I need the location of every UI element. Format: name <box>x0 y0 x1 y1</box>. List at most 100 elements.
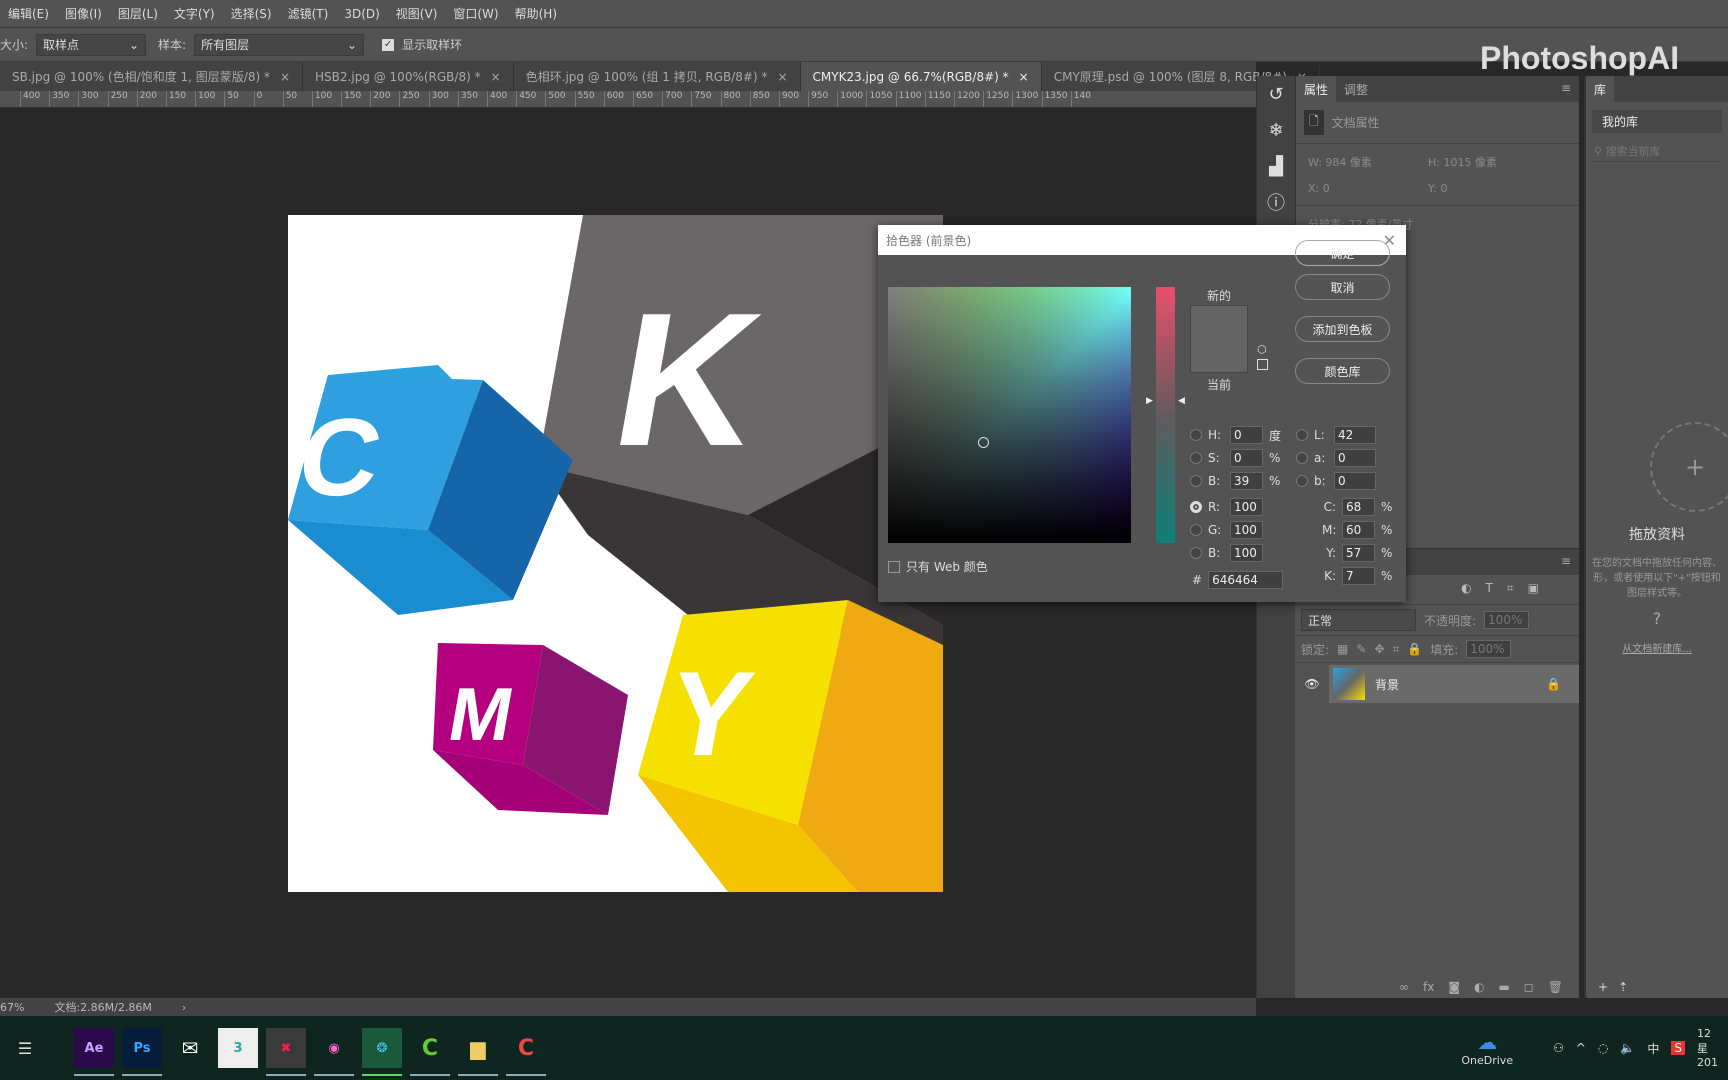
menu-window[interactable]: 窗口(W) <box>453 5 498 22</box>
lock-all-icon[interactable]: 🔒 <box>1407 642 1422 656</box>
menu-edit[interactable]: 编辑(E) <box>8 5 49 22</box>
close-icon[interactable]: × <box>280 70 290 84</box>
color-field[interactable] <box>888 287 1131 543</box>
brightness-radio[interactable] <box>1190 475 1202 487</box>
sogou-icon[interactable]: S <box>1671 1041 1685 1055</box>
blue-radio[interactable] <box>1190 547 1202 559</box>
new-layer-icon[interactable]: ◻ <box>1524 980 1534 994</box>
color-slider[interactable] <box>1156 287 1175 543</box>
slider-handle-left-icon[interactable]: ▶ <box>1146 396 1153 406</box>
close-icon[interactable]: × <box>1019 70 1029 84</box>
show-ring-checkbox[interactable]: ✓ <box>382 38 395 51</box>
add-icon[interactable]: + <box>1650 422 1728 512</box>
help-icon[interactable]: ? <box>1586 609 1728 628</box>
tab-properties[interactable]: 属性 <box>1296 76 1337 102</box>
lab-l-input[interactable]: 42 <box>1334 426 1376 444</box>
saturation-radio[interactable] <box>1190 452 1202 464</box>
brightness-input[interactable]: 39 <box>1230 472 1263 490</box>
web-safe-icon[interactable] <box>1257 359 1268 370</box>
blue-input[interactable]: 100 <box>1230 544 1263 562</box>
color-app-icon[interactable]: ◉ <box>314 1028 354 1076</box>
history-icon[interactable]: ↺ <box>1257 76 1295 112</box>
chevron-up-icon[interactable]: ^ <box>1576 1041 1586 1055</box>
task-view-icon[interactable]: ☰ <box>0 1039 50 1058</box>
new-library-link[interactable]: 从文档新建库... <box>1586 640 1728 655</box>
type-filter-icon[interactable]: T <box>1486 581 1493 598</box>
mail-icon[interactable]: ✉ <box>170 1028 210 1068</box>
layer-row[interactable]: 👁 背景 🔒 <box>1295 665 1579 703</box>
library-select[interactable]: 我的库 <box>1592 110 1722 133</box>
hex-input[interactable]: 646464 <box>1208 571 1284 589</box>
cyan-input[interactable]: 68 <box>1342 498 1375 516</box>
lock-brush-icon[interactable]: ✎ <box>1356 642 1366 656</box>
saturation-input[interactable]: 0 <box>1230 449 1263 467</box>
upload-icon[interactable]: ⇡ <box>1618 980 1628 994</box>
menu-filter[interactable]: 滤镜(T) <box>288 5 329 22</box>
yellow-input[interactable]: 57 <box>1342 544 1375 562</box>
menu-select[interactable]: 选择(S) <box>231 5 272 22</box>
fx-icon[interactable]: fx <box>1423 980 1434 994</box>
color-cursor[interactable] <box>978 437 989 448</box>
color-libraries-button[interactable]: 颜色库 <box>1295 358 1390 384</box>
lock-move-icon[interactable]: ✥ <box>1374 642 1384 656</box>
volume-icon[interactable]: 🔈 <box>1620 1041 1635 1055</box>
close-icon[interactable]: × <box>491 70 501 84</box>
tab-hsb2[interactable]: HSB2.jpg @ 100%(RGB/8) * × <box>303 62 514 91</box>
photoshop-icon[interactable]: Ps <box>122 1028 162 1076</box>
lock-artboard-icon[interactable]: ⌗ <box>1393 642 1400 657</box>
xmind-icon[interactable]: ✖ <box>266 1028 306 1076</box>
green-radio[interactable] <box>1190 524 1202 536</box>
lock-pixels-icon[interactable]: ▦ <box>1337 642 1348 656</box>
clock[interactable]: 12 星 201 <box>1697 1027 1718 1069</box>
camtasia-icon[interactable]: C <box>410 1028 450 1076</box>
lab-a-input[interactable]: 0 <box>1334 449 1376 467</box>
smart-filter-icon[interactable]: ▣ <box>1528 581 1539 598</box>
close-icon[interactable]: × <box>777 70 787 84</box>
red-radio[interactable] <box>1190 501 1202 513</box>
zoom-level[interactable]: 67% <box>0 1001 24 1014</box>
camtasia-recorder-icon[interactable]: C <box>506 1028 546 1076</box>
people-icon[interactable]: ⚇ <box>1553 1041 1564 1055</box>
menu-3d[interactable]: 3D(D) <box>344 7 379 21</box>
app-3-icon[interactable]: 3 <box>218 1028 258 1068</box>
video-app-icon[interactable]: ❂ <box>362 1028 402 1076</box>
eye-icon[interactable]: 👁 <box>1295 677 1329 691</box>
add-to-swatches-button[interactable]: 添加到色板 <box>1295 316 1390 342</box>
blend-mode-select[interactable]: 正常 <box>1301 609 1416 631</box>
red-input[interactable]: 100 <box>1230 498 1263 516</box>
ime-indicator[interactable]: 中 <box>1647 1040 1659 1057</box>
group-icon[interactable]: ▬ <box>1498 980 1509 994</box>
info-icon[interactable]: ⓘ <box>1257 184 1295 220</box>
hue-radio[interactable] <box>1190 429 1202 441</box>
network-icon[interactable]: ◌ <box>1598 1041 1608 1055</box>
hue-input[interactable]: 0 <box>1230 426 1263 444</box>
menu-view[interactable]: 视图(V) <box>396 5 438 22</box>
chevron-right-icon[interactable]: › <box>182 1001 186 1014</box>
panel-menu-icon[interactable]: ≡ <box>1553 76 1579 102</box>
lab-b-radio[interactable] <box>1296 475 1308 487</box>
mask-icon[interactable]: ◙ <box>1448 980 1460 994</box>
gamut-cube-icon[interactable]: ⬡ <box>1257 343 1267 356</box>
tab-library[interactable]: 库 <box>1586 76 1615 102</box>
tab-hue-wheel[interactable]: 色相环.jpg @ 100% (组 1 拷贝, RGB/8#) * × <box>514 62 801 91</box>
sample-size-select[interactable]: 取样点 ⌄ <box>36 33 147 56</box>
onedrive-icon[interactable]: ☁ OneDrive <box>1461 1030 1513 1067</box>
sample-select[interactable]: 所有图层 ⌄ <box>194 33 365 56</box>
menu-layer[interactable]: 图层(L) <box>118 5 158 22</box>
adjustment-icon[interactable]: ◐ <box>1474 980 1484 994</box>
green-input[interactable]: 100 <box>1230 521 1263 539</box>
trash-icon[interactable]: 🗑 <box>1548 980 1563 994</box>
ok-button[interactable]: 确定 <box>1295 240 1390 266</box>
histogram-icon[interactable]: ▟ <box>1257 148 1295 184</box>
link-layers-icon[interactable]: ∞ <box>1399 980 1409 994</box>
tab-adjustments[interactable]: 调整 <box>1336 76 1376 102</box>
panel-menu-icon[interactable]: ≡ <box>1553 549 1579 575</box>
black-input[interactable]: 7 <box>1342 567 1375 585</box>
adjust-filter-icon[interactable]: ◐ <box>1461 581 1471 598</box>
lab-l-radio[interactable] <box>1296 429 1308 441</box>
opacity-input[interactable]: 100% <box>1484 611 1530 629</box>
menu-type[interactable]: 文字(Y) <box>174 5 215 22</box>
slider-handle-right-icon[interactable]: ◀ <box>1178 396 1185 406</box>
menu-image[interactable]: 图像(I) <box>65 5 102 22</box>
current-color-swatch[interactable] <box>1190 339 1248 373</box>
